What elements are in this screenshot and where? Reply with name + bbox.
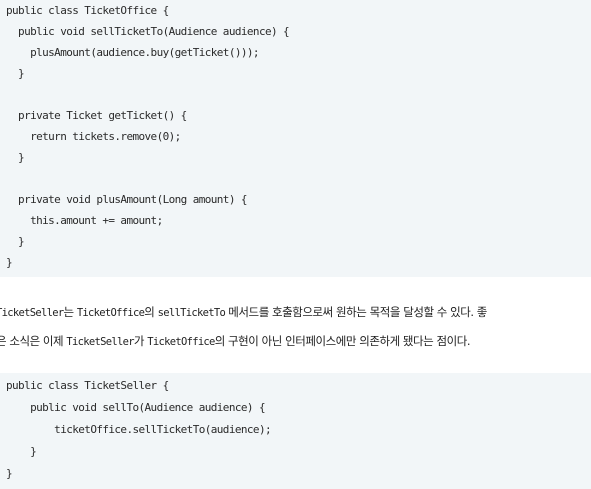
- code-line: private Ticket getTicket() {: [6, 109, 187, 122]
- code-line: }: [6, 256, 13, 269]
- paragraph-text: 의: [144, 305, 158, 319]
- inline-code: TicketOffice: [76, 307, 145, 319]
- inline-code: TicketSeller: [0, 307, 64, 319]
- code-line: public class TicketOffice {: [6, 4, 169, 17]
- paragraph-text: 의 구현이 아닌 인터페이스에만 의존하게 됐다는 점이다.: [214, 334, 471, 348]
- code-line: }: [6, 235, 25, 248]
- code-block-ticket-seller: public class TicketSeller { public void …: [0, 373, 591, 489]
- paragraph-text: 가: [133, 334, 148, 348]
- paragraph-text: 는: [63, 305, 77, 319]
- inline-code: TicketOffice: [147, 336, 215, 348]
- paragraph-line-2: 은 소식은 이제 TicketSeller가 TicketOffice의 구현이…: [0, 331, 471, 351]
- code-line: }: [6, 445, 37, 458]
- inline-code: TicketSeller: [66, 336, 134, 348]
- code-line: }: [6, 67, 25, 80]
- code-line: public class TicketSeller {: [6, 379, 169, 392]
- paragraph-text: 은 소식은 이제: [0, 334, 67, 348]
- paragraph-line-1: TicketSeller는 TicketOffice의 sellTicketTo…: [0, 302, 487, 322]
- inline-code: sellTicketTo: [157, 307, 226, 319]
- code-line: ticketOffice.sellTicketTo(audience);: [6, 423, 271, 436]
- code-line: public void sellTo(Audience audience) {: [6, 401, 266, 414]
- code-line: public void sellTicketTo(Audience audien…: [6, 25, 290, 38]
- code-block-ticket-office: public class TicketOffice { public void …: [0, 0, 591, 277]
- code-line: }: [6, 151, 25, 164]
- code-line: plusAmount(audience.buy(getTicket()));: [6, 46, 259, 59]
- code-line: return tickets.remove(0);: [6, 130, 181, 143]
- code-line: private void plusAmount(Long amount) {: [6, 193, 247, 206]
- paragraph-text: 메서드를 호출함으로써 원하는 목적을 달성할 수 있다. 좋: [225, 305, 487, 319]
- code-line: this.amount += amount;: [6, 214, 163, 227]
- code-line: }: [6, 467, 13, 480]
